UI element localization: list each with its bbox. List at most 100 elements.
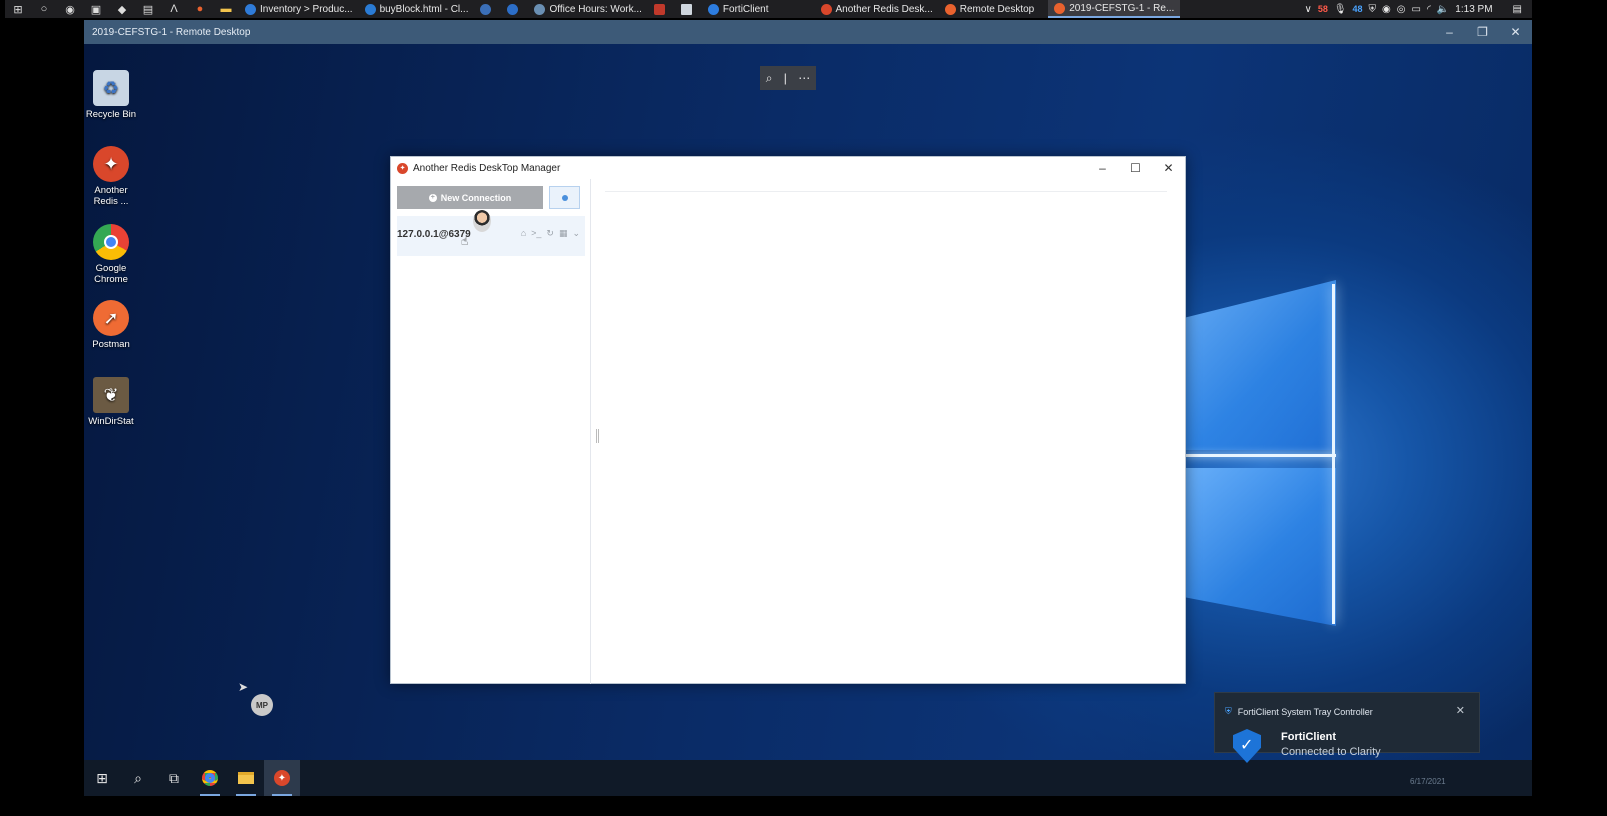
redis-manager-window: ✦ Another Redis DeskTop Manager – ☐ ✕ + … xyxy=(390,156,1186,684)
desktop-icon-label: Google Chrome xyxy=(94,263,128,285)
folder-icon[interactable]: ▬ xyxy=(218,2,234,16)
red-app-icon xyxy=(653,3,665,15)
task-redis[interactable]: Another Redis Desk... xyxy=(815,0,939,18)
console-icon[interactable]: ▤ xyxy=(140,2,156,16)
minimize-icon[interactable]: – xyxy=(1086,161,1119,175)
windirstat-icon: ❦ xyxy=(93,377,129,413)
restore-icon[interactable]: ❐ xyxy=(1466,25,1499,39)
wallpaper-pane xyxy=(1186,280,1336,450)
start-icon[interactable]: ⊞ xyxy=(10,2,26,16)
task-display[interactable] xyxy=(675,0,702,18)
close-icon[interactable]: ✕ xyxy=(1499,25,1532,39)
microphone-icon[interactable]: 🎙 xyxy=(1334,4,1347,15)
volume-icon[interactable]: 🔈 xyxy=(1437,4,1449,15)
notifications-icon[interactable]: ▤ xyxy=(1513,4,1522,15)
desktop-icon-chrome[interactable]: Google Chrome xyxy=(84,224,139,285)
task-inventory[interactable]: Inventory > Produc... xyxy=(239,0,359,18)
chrome-icon[interactable]: ◉ xyxy=(1382,4,1391,15)
task-label: Office Hours: Work... xyxy=(549,3,642,15)
task-vs[interactable] xyxy=(474,0,501,18)
mouse-pointer-icon: ➤ xyxy=(238,680,249,694)
tray-badge-red[interactable]: 58 xyxy=(1318,4,1328,14)
shield-icon: ⛨ xyxy=(1225,706,1232,716)
magnifier-icon[interactable]: ⌕ xyxy=(766,71,773,86)
battery-icon[interactable]: ▭ xyxy=(1412,4,1421,15)
task-label: Another Redis Desk... xyxy=(835,3,933,15)
connection-actions: ⌂ >_ ↻ ▦ ⌄ xyxy=(521,228,580,239)
new-connection-label: New Connection xyxy=(440,192,512,203)
recycle-bin-icon: ♻ xyxy=(93,70,129,106)
desktop-icon-postman[interactable]: ➚ Postman xyxy=(84,300,139,350)
close-icon[interactable]: ✕ xyxy=(1152,161,1185,175)
taskbar-chrome[interactable] xyxy=(192,760,228,796)
toast-header: ⛨ FortiClient System Tray Controller xyxy=(1225,706,1373,717)
clock[interactable]: 1:13 PM xyxy=(1455,4,1492,15)
task-label: FortiClient xyxy=(722,3,769,15)
terminal-icon[interactable]: ▣ xyxy=(88,2,104,16)
folder-icon xyxy=(238,772,254,784)
task-label: Inventory > Produc... xyxy=(260,3,353,15)
vscode-icon xyxy=(364,3,376,15)
gear-icon xyxy=(561,194,568,201)
desktop-icon-recycle-bin[interactable]: ♻ Recycle Bin xyxy=(84,70,139,120)
forticlient-toast[interactable]: ⛨ FortiClient System Tray Controller ✕ F… xyxy=(1214,692,1480,763)
desktop-icon-label: Postman xyxy=(92,339,130,350)
split-handle[interactable] xyxy=(596,429,599,443)
home-icon[interactable]: ⌂ xyxy=(521,228,526,239)
task-view-button[interactable]: ⧉ xyxy=(156,760,192,796)
close-icon[interactable]: ✕ xyxy=(1456,704,1465,717)
desktop-icon-windirstat[interactable]: ❦ WinDirStat xyxy=(84,377,139,427)
connection-item[interactable]: 127.0.0.1@6379 ⌂ >_ ↻ ▦ ⌄ ☝ xyxy=(397,216,585,256)
avatar[interactable]: MP xyxy=(251,694,273,716)
start-button[interactable]: ⊞ xyxy=(84,760,120,796)
shield-icon[interactable]: ⛨ xyxy=(1369,4,1377,15)
new-connection-button[interactable]: + New Connection xyxy=(397,186,543,209)
rdp-window-controls: – ❐ ✕ xyxy=(1433,25,1532,39)
grid-icon[interactable]: ▦ xyxy=(559,228,568,239)
system-tray: ∨ 58 🎙 48 ⛨ ◉ ◎ ▭ ◜ 🔈 1:13 PM ▤ xyxy=(1304,4,1532,15)
task-label: Remote Desktop xyxy=(959,3,1035,15)
task-office-hours[interactable]: Office Hours: Work... xyxy=(528,0,647,18)
rdp-titlebar: 2019-CEFSTG-1 - Remote Desktop – ❐ ✕ xyxy=(84,20,1532,44)
windows-icon: ⊞ xyxy=(96,769,108,786)
chevron-down-icon[interactable]: ⌄ xyxy=(572,228,580,239)
plus-icon: + xyxy=(428,193,437,202)
wallpaper-glow xyxy=(1186,454,1336,457)
redis-icon: ✦ xyxy=(274,770,290,786)
tray-badge-blue[interactable]: 48 xyxy=(1353,4,1363,14)
search-button[interactable]: ⌕ xyxy=(120,760,156,796)
minimize-icon[interactable]: – xyxy=(1433,25,1466,39)
network-icon[interactable]: ◎ xyxy=(1397,4,1406,15)
taskbar-redis[interactable]: ✦ xyxy=(264,760,300,796)
app-a-icon[interactable]: Λ xyxy=(166,2,182,16)
meeting-icon xyxy=(534,3,546,15)
search-circle-icon[interactable]: ○ xyxy=(36,2,52,16)
app-t-icon[interactable]: ● xyxy=(192,2,208,16)
webcam-avatar xyxy=(473,210,491,232)
task-rdp-session[interactable]: 2019-CEFSTG-1 - Re... xyxy=(1048,0,1181,18)
task-forticlient[interactable]: FortiClient xyxy=(702,0,775,18)
connection-name[interactable]: 127.0.0.1@6379 xyxy=(397,229,471,240)
task-buyblock[interactable]: buyBlock.html - Cl... xyxy=(359,0,475,18)
taskbar-explorer[interactable] xyxy=(228,760,264,796)
task-remote-desktop[interactable]: Remote Desktop xyxy=(939,0,1040,18)
redis-icon xyxy=(820,3,832,15)
host-taskbar: ⊞ ○ ◉ ▣ ◆ ▤ Λ ● ▬ Inventory > Produc... … xyxy=(5,0,1532,18)
refresh-icon[interactable]: ↻ xyxy=(546,228,554,239)
chrome-icon[interactable]: ◉ xyxy=(62,2,78,16)
task-red-app[interactable] xyxy=(648,0,675,18)
settings-button[interactable] xyxy=(549,186,580,209)
chevron-up-icon[interactable]: ∨ xyxy=(1304,4,1311,15)
main-panel-divider xyxy=(605,191,1167,192)
terminal-icon[interactable]: >_ xyxy=(531,228,541,239)
search-icon: ⌕ xyxy=(134,769,142,786)
toast-app-name: FortiClient xyxy=(1281,731,1336,743)
ellipsis-icon[interactable]: ⋯ xyxy=(798,71,810,85)
redis-manager-window-controls: – ☐ ✕ xyxy=(1086,161,1185,175)
desktop-icon-redis[interactable]: ✦ Another Redis ... xyxy=(84,146,139,207)
maximize-icon[interactable]: ☐ xyxy=(1119,161,1152,175)
wifi-icon[interactable]: ◜ xyxy=(1427,4,1431,15)
outlook-icon xyxy=(507,3,519,15)
git-icon[interactable]: ◆ xyxy=(114,2,130,16)
task-outlook[interactable] xyxy=(501,0,528,18)
